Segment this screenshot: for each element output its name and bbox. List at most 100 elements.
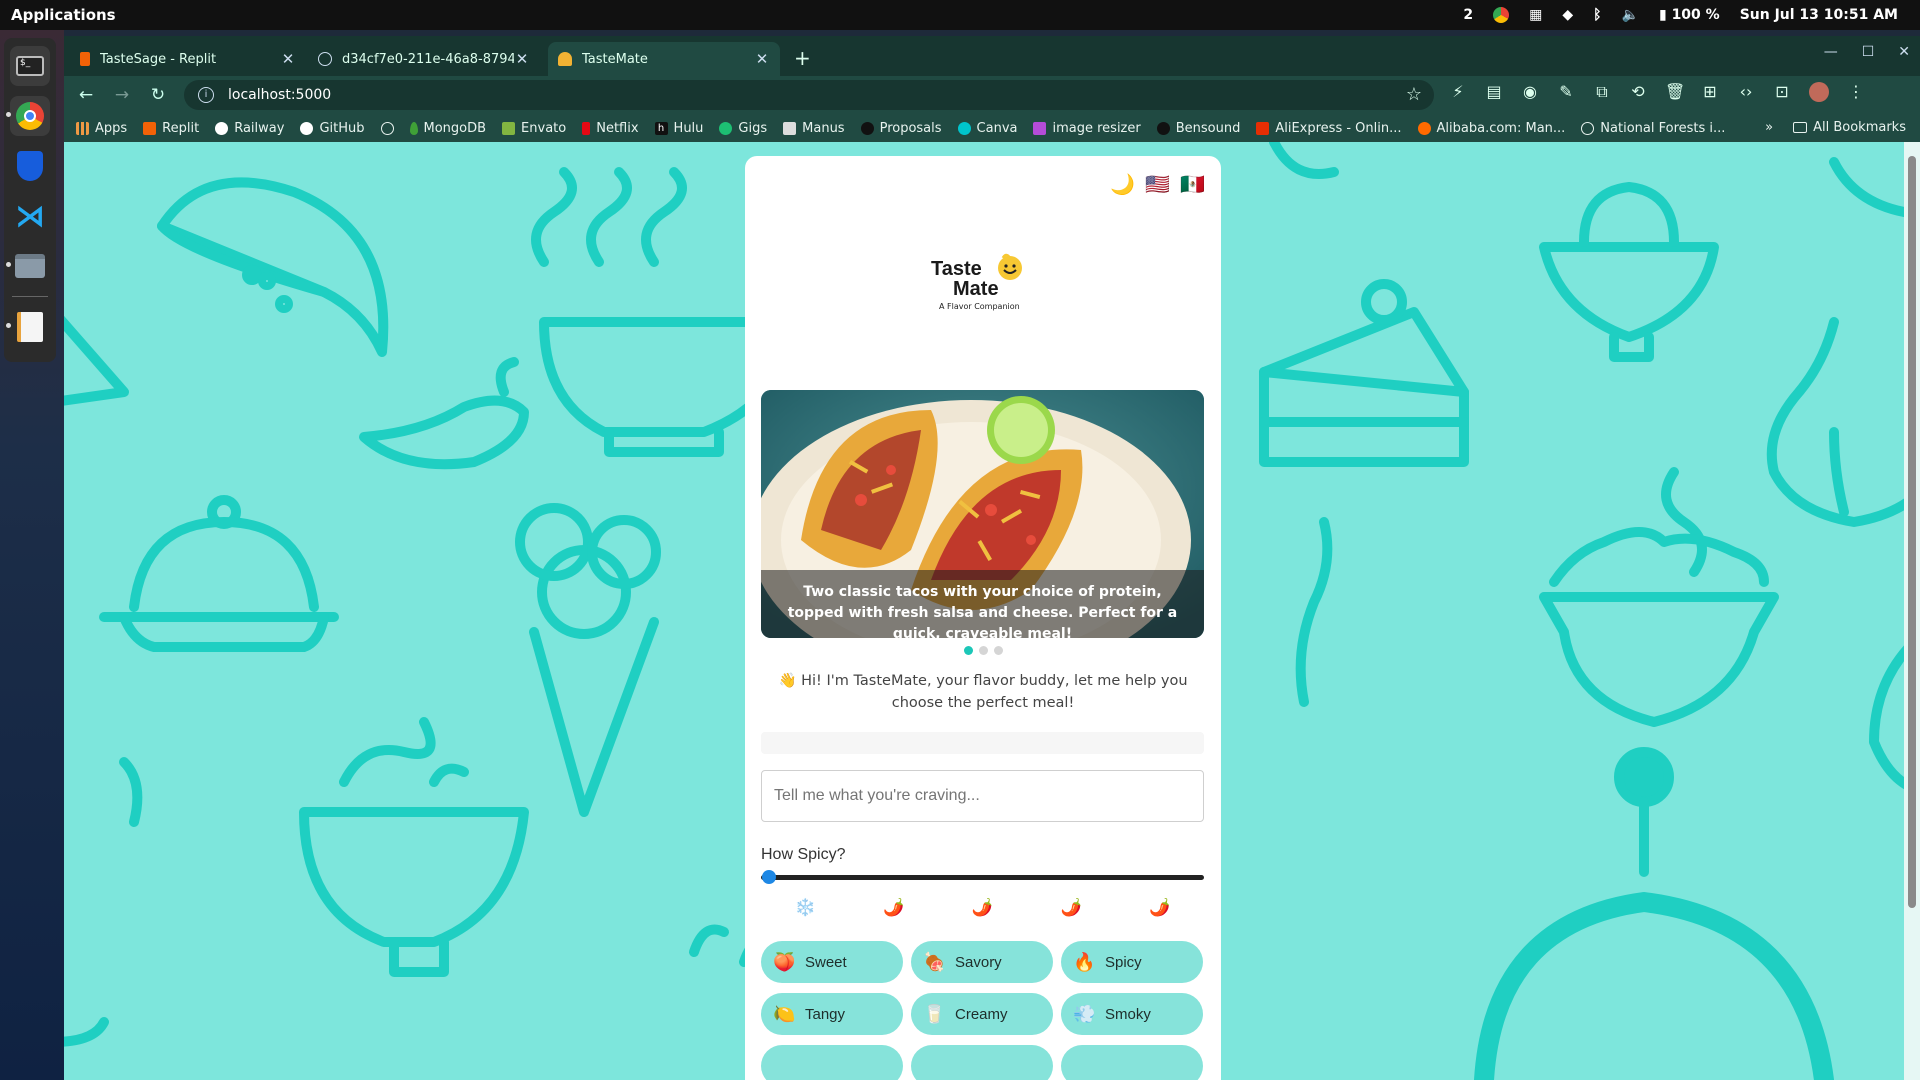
gigs-icon	[719, 121, 733, 135]
bookmark-bensound[interactable]: Bensound	[1156, 121, 1240, 136]
bookmark-netflix[interactable]: Netflix	[582, 121, 639, 136]
close-tab-icon[interactable]: ✕	[280, 50, 296, 68]
upwork-icon	[860, 121, 874, 135]
bookmark-apps[interactable]: Apps	[76, 121, 127, 136]
dock-separator	[12, 296, 48, 297]
all-bookmarks-folder[interactable]: All Bookmarks	[1793, 120, 1906, 135]
terminal-launcher[interactable]: $_	[10, 46, 50, 86]
scrollbar-thumb[interactable]	[1908, 156, 1916, 908]
extension-window-icon[interactable]: ▤	[1485, 82, 1503, 102]
tab-search-icon[interactable]: ⊡	[1773, 82, 1791, 102]
carousel-dot[interactable]	[963, 646, 973, 655]
site-info-icon[interactable]: i	[198, 87, 214, 103]
chrome-launcher[interactable]	[6, 96, 50, 136]
clock[interactable]: Sun Jul 13 10:51 AM	[1740, 7, 1898, 23]
spice-level-slider[interactable]	[761, 875, 1204, 880]
craving-input[interactable]	[761, 770, 1204, 822]
browser-toolbar: ← → ↻ i localhost:5000 ☆ ⚡ ▤ ◉ ✎ ⧉ ⟲ 🗑 ⊞…	[64, 76, 1920, 114]
wifi-icon[interactable]: ◆	[1562, 7, 1573, 23]
bookmark-proposals[interactable]: Proposals	[860, 121, 942, 136]
workspace-indicator[interactable]: 2	[1463, 7, 1473, 23]
mexico-flag-icon[interactable]: 🇲🇽	[1180, 172, 1205, 196]
tab-tastemate[interactable]: TasteMate ✕	[548, 42, 780, 76]
close-tab-icon[interactable]: ✕	[514, 50, 530, 68]
spice-slider-handle[interactable]	[762, 870, 776, 884]
page-scrollbar[interactable]	[1904, 142, 1920, 1080]
flavor-more-button[interactable]	[1061, 1045, 1203, 1080]
us-flag-icon[interactable]: 🇺🇸	[1145, 172, 1170, 196]
tab-uuid-page[interactable]: d34cf7e0-211e-46a8-8794-b2 ✕	[308, 42, 540, 76]
minimize-icon[interactable]: —	[1824, 44, 1838, 60]
flavor-spicy-button[interactable]: 🔥 Spicy	[1061, 941, 1203, 983]
running-indicator	[6, 323, 11, 328]
profile-avatar-icon[interactable]	[1809, 82, 1829, 102]
browser-menu-icon[interactable]: ⋮	[1847, 82, 1865, 102]
bookmark-alibaba[interactable]: Alibaba.com: Man...	[1417, 121, 1565, 136]
vscode-launcher[interactable]: ⋊	[10, 196, 50, 236]
onion-doodle-icon	[1766, 317, 1904, 527]
bookmark-github[interactable]: GitHub	[300, 121, 365, 136]
forward-arrow-icon[interactable]: →	[104, 85, 140, 105]
partial-dish-doodle-icon	[1269, 142, 1904, 217]
bitwarden-launcher[interactable]	[10, 146, 50, 186]
screenshot-camera-icon[interactable]: ◉	[1521, 82, 1539, 102]
volume-icon[interactable]: 🔈	[1622, 7, 1639, 23]
flavor-smoky-button[interactable]: 💨 Smoky	[1061, 993, 1203, 1035]
address-bar[interactable]: i localhost:5000 ☆	[184, 80, 1434, 110]
flavor-tangy-button[interactable]: 🍋 Tangy	[761, 993, 903, 1035]
bookmark-replit[interactable]: Replit	[143, 121, 199, 136]
battery-status[interactable]: ▮ 100 %	[1659, 7, 1720, 23]
system-top-bar: Applications 2 ▦ ◆ ᛒ 🔈 ▮ 100 % Sun Jul 1…	[0, 0, 1920, 30]
carousel-dot[interactable]	[993, 646, 1003, 655]
dark-mode-moon-icon[interactable]: 🌙	[1110, 172, 1135, 196]
back-arrow-icon[interactable]: ←	[68, 85, 104, 105]
bookmark-aliexpress[interactable]: AliExpress - Onlin...	[1256, 121, 1402, 136]
bookmark-railway[interactable]: Railway	[215, 121, 284, 136]
food-carousel[interactable]: Two classic tacos with your choice of pr…	[761, 390, 1204, 638]
new-tab-button[interactable]: +	[794, 46, 811, 70]
trash-icon[interactable]: 🗑	[1665, 82, 1685, 102]
window-list-icon[interactable]: ▦	[1529, 7, 1542, 23]
code-icon[interactable]: ‹›	[1737, 82, 1755, 102]
extension-lightning-icon[interactable]: ⚡	[1449, 82, 1467, 102]
carousel-caption: Two classic tacos with your choice of pr…	[761, 570, 1204, 638]
bluetooth-icon[interactable]: ᛒ	[1593, 7, 1601, 23]
close-tab-icon[interactable]: ✕	[754, 50, 770, 68]
bookmark-globe[interactable]	[380, 121, 394, 135]
extensions-puzzle-icon[interactable]: ⧉	[1593, 82, 1611, 102]
flavor-sweet-button[interactable]: 🍑 Sweet	[761, 941, 903, 983]
tab-strip: TasteSage - Replit ✕ d34cf7e0-211e-46a8-…	[64, 36, 1920, 76]
color-picker-icon[interactable]: ✎	[1557, 82, 1575, 102]
snowflake-icon: ❄️	[794, 898, 816, 918]
files-launcher[interactable]	[6, 246, 50, 286]
flavor-more-button[interactable]	[761, 1045, 903, 1080]
text-editor-launcher[interactable]	[6, 307, 50, 347]
tab-tastesage-replit[interactable]: TasteSage - Replit ✕	[70, 42, 306, 76]
carousel-dot[interactable]	[978, 646, 988, 655]
bookmark-national-forests[interactable]: National Forests i...	[1581, 121, 1725, 136]
hulu-icon: h	[654, 121, 668, 135]
bookmark-gigs[interactable]: Gigs	[719, 121, 767, 136]
applications-menu[interactable]: Applications	[0, 6, 116, 24]
flavor-more-button[interactable]	[911, 1045, 1053, 1080]
qr-grid-icon[interactable]: ⊞	[1701, 82, 1719, 102]
bookmark-mongodb[interactable]: MongoDB	[409, 121, 486, 136]
flavor-creamy-button[interactable]: 🥛 Creamy	[911, 993, 1053, 1035]
spice-scale-icons: ❄️ 🌶️ 🌶️ 🌶️ 🌶️	[761, 898, 1204, 918]
close-window-icon[interactable]: ✕	[1898, 44, 1910, 60]
kitchen-scale-doodle-icon	[1474, 747, 1834, 1080]
bookmark-star-icon[interactable]: ☆	[1406, 84, 1422, 105]
tab-title: d34cf7e0-211e-46a8-8794-b2	[342, 51, 514, 67]
bookmark-canva[interactable]: Canva	[957, 121, 1017, 136]
more-bookmarks-button[interactable]: »	[1765, 120, 1773, 135]
maximize-icon[interactable]: ☐	[1862, 44, 1875, 60]
bookmark-envato[interactable]: Envato	[502, 121, 566, 136]
bookmark-manus[interactable]: Manus	[783, 121, 845, 136]
bookmark-image-resizer[interactable]: image resizer	[1033, 121, 1141, 136]
history-icon[interactable]: ⟲	[1629, 82, 1647, 102]
bensound-icon	[1156, 121, 1170, 135]
flavor-savory-button[interactable]: 🍖 Savory	[911, 941, 1053, 983]
reload-icon[interactable]: ↻	[140, 85, 176, 105]
envato-icon	[502, 121, 516, 135]
bookmark-hulu[interactable]: h Hulu	[654, 121, 703, 136]
